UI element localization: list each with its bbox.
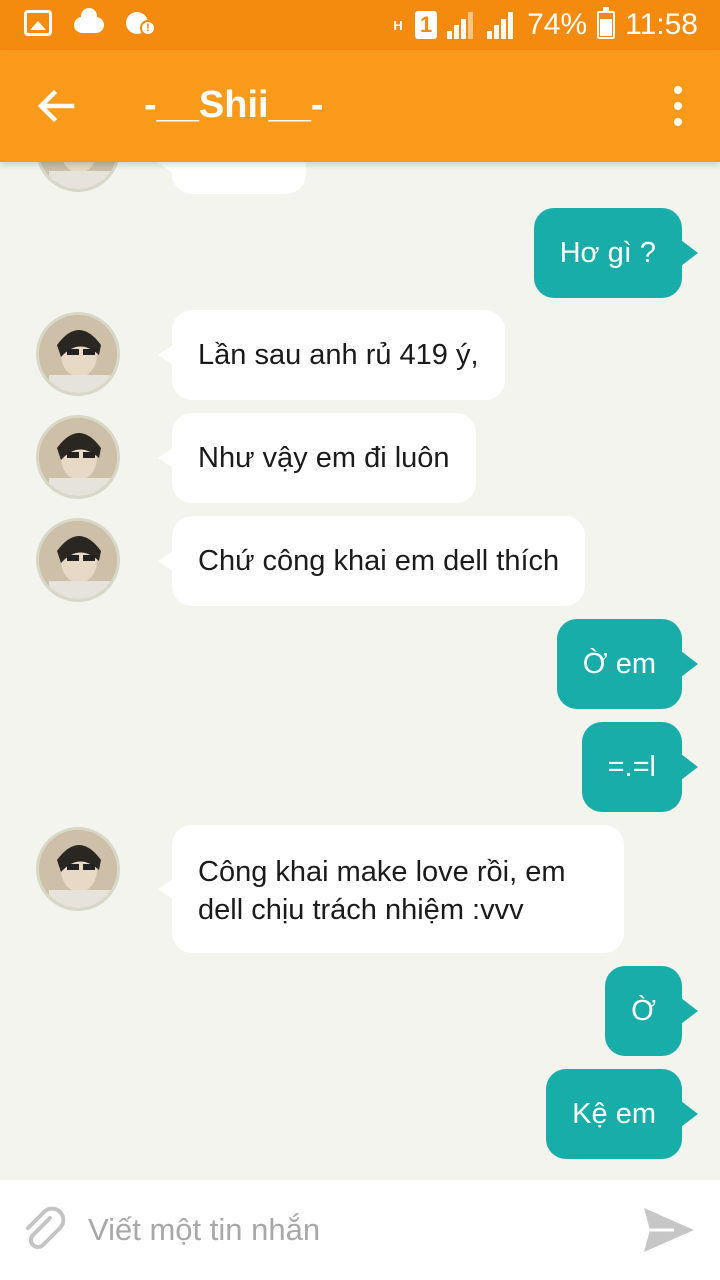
message-text: Ờ em [582,648,656,680]
message-bubble-incoming[interactable]: Lần sau anh rủ 419 ý, [158,310,505,400]
message-list[interactable]: Hơ gì ? Lần sau anh rủ 419 ý, Như vậy em… [0,162,720,1180]
signal-sim2-icon [487,11,517,39]
sim-indicator: 1 [415,11,438,39]
message-bubble-incoming[interactable]: Chứ công khai em dell thích [157,516,586,606]
gallery-notification-icon [24,10,52,36]
battery-percent: 74% [527,8,588,41]
avatar[interactable] [36,518,120,602]
network-type-indicator: H [393,17,403,33]
message-text: Công khai make love rồi, em dell chịu tr… [198,856,566,926]
cloud-alert-icon: ! [126,10,156,36]
message-text: Lần sau anh rủ 419 ý, [198,339,479,371]
message-text: Như vậy em đi luôn [198,442,450,474]
signal-sim1-icon [447,11,477,39]
chat-title: -__Shii__- [144,84,324,126]
more-options-button[interactable] [666,86,690,130]
message-text: Hơ gì ? [559,237,656,269]
avatar[interactable] [36,415,120,499]
avatar[interactable] [36,312,120,396]
send-button[interactable] [640,1202,698,1258]
message-input[interactable] [88,1208,608,1252]
message-text: Kệ em [572,1098,656,1130]
message-bubble-outgoing[interactable]: Kệ em [546,1069,698,1159]
avatar[interactable] [36,162,120,192]
message-bubble-outgoing[interactable]: Ờ [605,966,698,1056]
battery-icon [597,7,616,39]
message-composer [0,1180,720,1280]
message-text: Chứ công khai em dell thích [198,545,560,577]
arrow-left-icon [37,89,75,123]
message-bubble-outgoing[interactable]: =.=l [581,722,699,812]
status-bar: ! H 1 74% 11:58 [0,0,720,50]
clock: 11:58 [625,8,698,41]
message-bubble-incoming[interactable]: Công khai make love rồi, em dell chịu tr… [158,825,624,953]
paperclip-icon[interactable] [20,1206,70,1256]
message-bubble-incoming[interactable] [158,162,306,194]
message-bubble-outgoing[interactable]: Hơ gì ? [533,208,699,298]
message-bubble-outgoing[interactable]: Ờ em [556,619,699,709]
message-text: =.=l [607,751,656,783]
message-text: Ờ [631,995,656,1027]
message-bubble-incoming[interactable]: Như vậy em đi luôn [158,413,476,503]
app-bar: -__Shii__- [0,50,720,162]
back-button[interactable] [30,80,82,132]
cloud-icon [74,8,104,33]
avatar[interactable] [36,827,120,911]
send-icon [644,1208,694,1252]
